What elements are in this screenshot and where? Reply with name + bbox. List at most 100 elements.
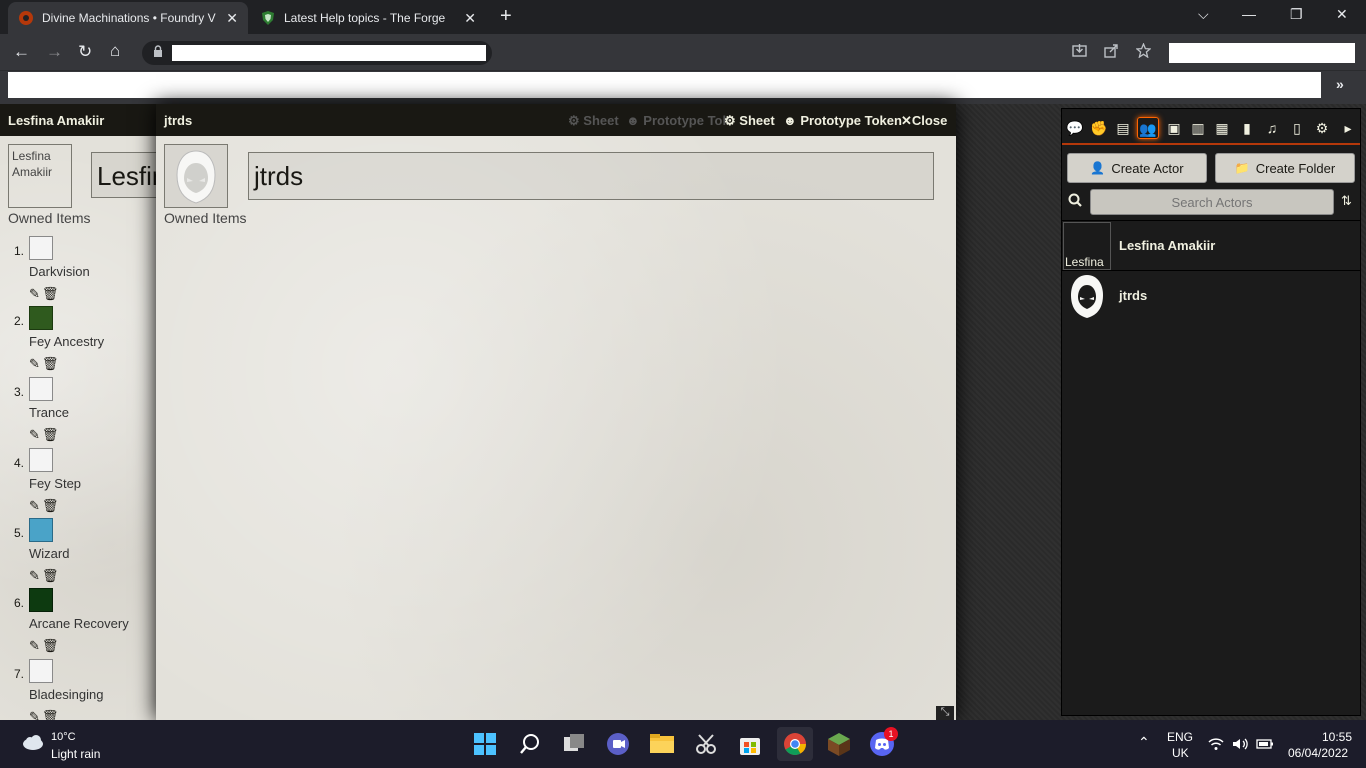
url-field[interactable] [172,45,486,61]
collapse-arrow-icon[interactable]: ▸ [1337,117,1359,139]
scenes-map-icon[interactable]: ▤ [1112,117,1134,139]
trash-icon[interactable]: 🗑 [42,568,61,583]
items-suitcase-icon[interactable]: ▣ [1163,117,1185,139]
sidebar-tabs: 💬 ✊ ▤ 👥 ▣ ▥ ▦ ▮ ♫ ▯ ⚙ ▸ [1062,109,1360,145]
restore-button[interactable]: ❐ [1290,6,1303,23]
reload-button[interactable]: ↻ [78,43,92,61]
item-image[interactable] [29,659,53,683]
trash-icon[interactable]: 🗑 [42,638,61,653]
foundry-favicon-icon [18,10,34,26]
edit-icon[interactable]: ✎ [29,568,42,583]
file-explorer-icon[interactable] [649,731,675,757]
new-tab-button[interactable]: + [500,6,512,26]
search-icon[interactable] [517,731,543,757]
forward-button[interactable]: → [46,43,63,61]
actor-list-item[interactable]: Lesfina Lesfina Amakiir [1062,220,1360,270]
list-item: 3. Trance ✎🗑 [14,377,154,447]
search-input[interactable] [1090,189,1334,215]
actor-name-input[interactable]: Lesfina Amakiir [91,152,160,198]
bookmark-star-icon[interactable] [1135,42,1152,61]
edit-icon[interactable]: ✎ [29,356,42,371]
clock-date[interactable]: 06/04/2022 [1288,746,1348,760]
item-number: 6. [14,596,25,610]
tab-the-forge[interactable]: Latest Help topics - The Forge ✕ [250,2,486,34]
bookmarks-area[interactable] [8,72,1321,98]
start-windows-icon[interactable] [472,731,498,757]
actor-portrait[interactable] [164,144,228,208]
item-image[interactable] [29,588,53,612]
close-button[interactable]: ✕Close [901,113,947,129]
window-title[interactable]: Lesfina Amakiir [0,104,160,136]
settings-cogs-icon[interactable]: ⚙ [1311,117,1333,139]
actor-portrait[interactable]: Lesfina Amakiir [8,144,72,208]
tables-grid-icon[interactable]: ▦ [1211,117,1233,139]
create-actor-label: Create Actor [1111,160,1184,176]
task-view-icon[interactable] [561,731,587,757]
share-icon[interactable] [1104,43,1119,61]
sheet-config-button[interactable]: ⚙ Sheet [724,113,775,129]
chat-icon[interactable]: 💬 [1064,117,1086,139]
trash-icon[interactable]: 🗑 [42,709,61,720]
combat-fist-icon[interactable]: ✊ [1088,117,1110,139]
weather-temperature[interactable]: 10°C [51,731,76,743]
close-tab-icon[interactable]: ✕ [464,10,476,27]
sort-icon[interactable]: ⇅ [1341,193,1352,209]
clock-time[interactable]: 10:55 [1322,730,1352,744]
item-image[interactable] [29,377,53,401]
language-code[interactable]: ENG [1167,730,1193,744]
snipping-tool-icon[interactable] [693,731,719,757]
actor-name: Lesfina Amakiir [1119,238,1216,253]
create-folder-button[interactable]: 📁 Create Folder [1215,153,1355,183]
minimize-button[interactable]: — [1242,6,1256,22]
teams-chat-icon[interactable] [605,731,631,757]
edit-icon[interactable]: ✎ [29,498,42,513]
tab-search-chevron-icon[interactable]: ⌵ [1198,6,1209,23]
tab-divine-machinations[interactable]: Divine Machinations • Foundry V ✕ [8,2,248,34]
microsoft-store-icon[interactable] [737,731,763,757]
window-header[interactable]: jtrds ⚙ Sheet ☻ Prototype Tok ⚙ Sheet ☻ … [156,104,956,136]
compendium-icon[interactable]: ▯ [1286,117,1308,139]
actor-list-item[interactable]: jtrds [1062,270,1360,320]
more-bookmarks-button[interactable]: » [1336,76,1344,92]
create-actor-button[interactable]: 👤 Create Actor [1067,153,1207,183]
trash-icon[interactable]: 🗑 [42,427,61,442]
ghost-prototype-label: Prototype Tok [643,113,730,128]
close-window-button[interactable]: ✕ [1336,6,1348,23]
close-tab-icon[interactable]: ✕ [226,10,238,27]
edit-icon[interactable]: ✎ [29,709,42,720]
cards-icon[interactable]: ▮ [1236,117,1258,139]
profile-area[interactable] [1169,43,1355,63]
actor-name-input[interactable]: jtrds [248,152,934,200]
item-image[interactable] [29,448,53,472]
back-button[interactable]: ← [13,43,30,61]
language-region[interactable]: UK [1172,746,1189,760]
install-app-icon[interactable] [1072,43,1087,61]
edit-icon[interactable]: ✎ [29,286,42,301]
item-number: 4. [14,456,25,470]
prototype-token-button[interactable]: ☻ Prototype Token [783,113,902,128]
playlists-music-icon[interactable]: ♫ [1261,117,1283,139]
cloud-rain-icon[interactable] [22,735,44,751]
item-image[interactable] [29,236,53,260]
chrome-icon[interactable] [782,731,808,757]
item-image[interactable] [29,306,53,330]
wifi-icon[interactable] [1208,737,1224,754]
lock-icon[interactable] [153,45,163,60]
home-button[interactable]: ⌂ [110,42,120,60]
tray-overflow-chevron-icon[interactable]: ⌃ [1138,734,1150,751]
minecraft-icon[interactable] [826,731,852,757]
actors-users-icon[interactable]: 👥 [1137,117,1159,139]
edit-icon[interactable]: ✎ [29,427,42,442]
battery-icon[interactable] [1256,738,1274,753]
trash-icon[interactable]: 🗑 [42,356,61,371]
trash-icon[interactable]: 🗑 [42,286,61,301]
weather-description[interactable]: Light rain [51,747,100,761]
item-name: Fey Step [29,476,82,491]
item-image[interactable] [29,518,53,542]
edit-icon[interactable]: ✎ [29,638,42,653]
trash-icon[interactable]: 🗑 [42,498,61,513]
volume-icon[interactable] [1232,737,1250,754]
item-name: Arcane Recovery [29,616,129,631]
resize-handle-icon[interactable]: ⤡ [936,706,954,720]
journal-book-icon[interactable]: ▥ [1187,117,1209,139]
